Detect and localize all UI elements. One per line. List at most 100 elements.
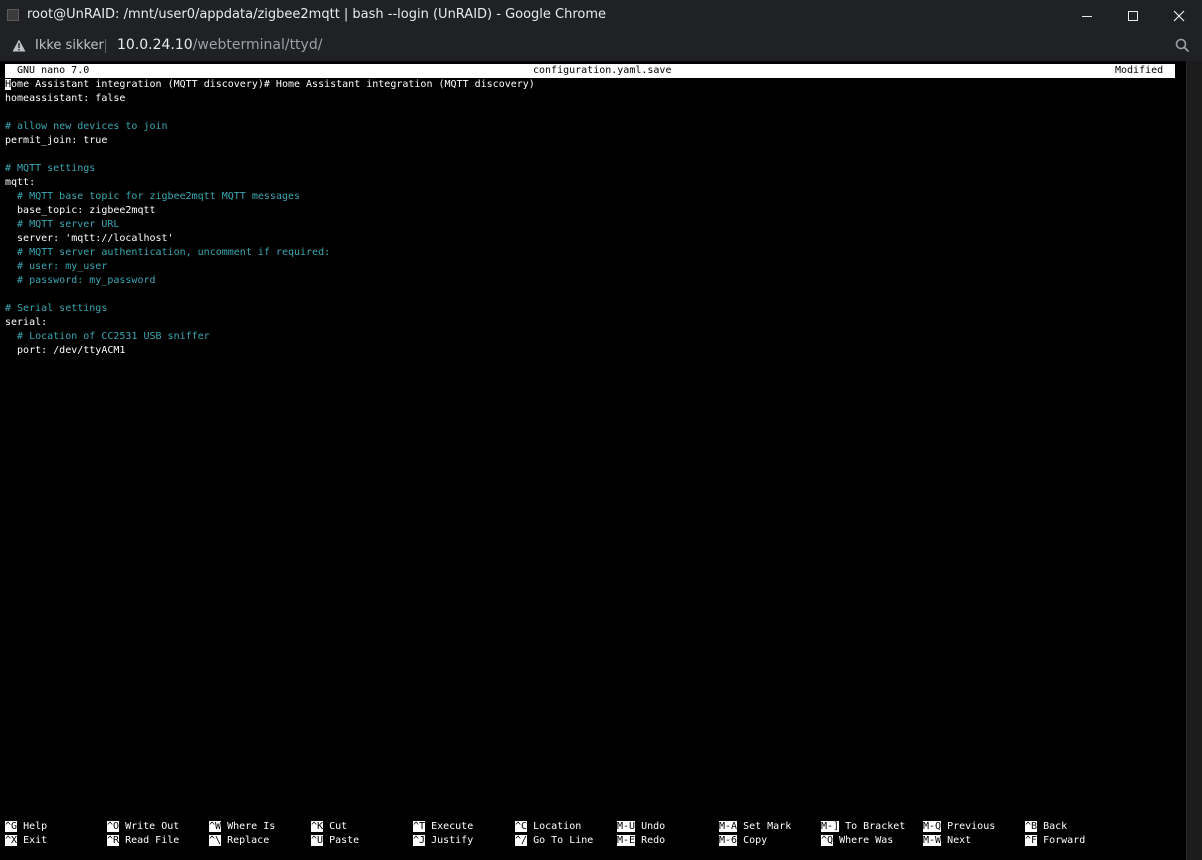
shortcut-key: ^\	[209, 835, 222, 846]
shortcut-label: Cut	[323, 821, 348, 832]
nano-modified-status: Modified	[1115, 65, 1164, 76]
shortcut-key: ^Q	[821, 835, 834, 846]
shortcut-item[interactable]: ^G Help	[5, 820, 47, 834]
shortcut-item[interactable]: M-A Set Mark	[719, 820, 791, 834]
shortcut-item[interactable]: M-] To Bracket	[821, 820, 905, 834]
shortcut-item[interactable]: ^W Where Is	[209, 820, 275, 834]
editor-comment-line: # MQTT server authentication, uncomment …	[5, 246, 330, 260]
security-status-label[interactable]: Ikke sikker	[35, 38, 104, 53]
editor-comment-line: # allow new devices to join	[5, 120, 168, 134]
shortcut-item[interactable]: M-U Undo	[617, 820, 665, 834]
nano-version: GNU nano 7.0	[17, 65, 90, 76]
shortcut-label: Paste	[323, 835, 360, 846]
divider	[105, 39, 106, 53]
editor-line-text: # MQTT settings	[5, 163, 96, 174]
shortcut-key: ^K	[311, 821, 324, 832]
shortcut-label: Undo	[635, 821, 666, 832]
editor-line-text: homeassistant: false	[5, 93, 126, 104]
maximize-icon	[1128, 10, 1138, 21]
shortcut-key: ^/	[515, 835, 528, 846]
shortcut-label: Write Out	[119, 821, 180, 832]
editor-line-text: # Serial settings	[5, 303, 108, 314]
shortcut-item[interactable]: M-E Redo	[617, 834, 665, 848]
shortcut-label: Replace	[221, 835, 270, 846]
shortcut-label: Justify	[425, 835, 474, 846]
shortcut-label: Where Was	[833, 835, 894, 846]
editor-line-text: # Location of CC2531 USB sniffer	[5, 331, 210, 342]
editor-line: permit_join: true	[5, 134, 107, 148]
editor-comment-line: # MQTT settings	[5, 162, 95, 176]
address-bar[interactable]: Ikke sikker 10.0.24.10/webterminal/ttyd/	[0, 31, 1202, 61]
editor-line-text: # password: my_password	[5, 275, 156, 286]
editor-line-text: # MQTT server authentication, uncomment …	[5, 247, 331, 258]
editor-line: mqtt:	[5, 176, 35, 190]
shortcut-item[interactable]: ^B Back	[1025, 820, 1067, 834]
shortcut-key: M-Q	[923, 821, 942, 832]
shortcut-key: M-U	[617, 821, 636, 832]
shortcut-label: Where Is	[221, 821, 276, 832]
shortcut-key: ^W	[209, 821, 222, 832]
shortcut-label: Back	[1037, 821, 1068, 832]
shortcut-item[interactable]: ^K Cut	[311, 820, 347, 834]
url-host: 10.0.24.10	[117, 37, 193, 53]
shortcut-key: M-]	[821, 821, 840, 832]
editor-comment-line: # MQTT base topic for zigbee2mqtt MQTT m…	[5, 190, 300, 204]
terminal-scrollbar[interactable]	[1186, 61, 1202, 860]
close-button[interactable]	[1156, 0, 1202, 31]
shortcut-key: ^O	[107, 821, 120, 832]
close-icon	[1173, 10, 1185, 21]
minimize-button[interactable]	[1064, 0, 1110, 31]
shortcut-item[interactable]: ^J Justify	[413, 834, 473, 848]
shortcut-key: ^B	[1025, 821, 1038, 832]
editor-comment-line: # password: my_password	[5, 274, 156, 288]
shortcut-key: M-A	[719, 821, 738, 832]
editor-comment-line: # user: my_user	[5, 260, 107, 274]
nano-title-bar: GNU nano 7.0 configuration.yaml.save Mod…	[5, 64, 1175, 78]
shortcut-label: To Bracket	[839, 821, 906, 832]
shortcut-label: Previous	[941, 821, 996, 832]
shortcut-key: ^G	[5, 821, 18, 832]
shortcut-item[interactable]: ^T Execute	[413, 820, 473, 834]
editor-comment-line: # MQTT server URL	[5, 218, 119, 232]
shortcut-item[interactable]: ^R Read File	[107, 834, 179, 848]
shortcut-item[interactable]: ^Q Where Was	[821, 834, 893, 848]
shortcut-item[interactable]: M-Q Previous	[923, 820, 995, 834]
window-title: root@UnRAID: /mnt/user0/appdata/zigbee2m…	[27, 7, 607, 22]
editor-line: port: /dev/ttyACM1	[5, 344, 125, 358]
editor-line: server: 'mqtt://localhost'	[5, 232, 174, 246]
shortcut-key: ^U	[311, 835, 324, 846]
shortcut-item[interactable]: ^F Forward	[1025, 834, 1085, 848]
shortcut-key: ^R	[107, 835, 120, 846]
editor-comment-line: # Serial settings	[5, 302, 107, 316]
editor-line-text: # MQTT server URL	[5, 219, 120, 230]
shortcut-item[interactable]: ^U Paste	[311, 834, 359, 848]
shortcut-item[interactable]: M-W Next	[923, 834, 971, 848]
shortcut-item[interactable]: ^O Write Out	[107, 820, 179, 834]
warning-triangle-icon[interactable]	[12, 39, 26, 52]
editor-line-text: server: 'mqtt://localhost'	[5, 233, 174, 244]
terminal-area[interactable]: GNU nano 7.0 configuration.yaml.save Mod…	[0, 61, 1186, 860]
url-text[interactable]: 10.0.24.10/webterminal/ttyd/	[117, 37, 322, 53]
shortcut-item[interactable]: ^/ Go To Line	[515, 834, 593, 848]
shortcut-label: Help	[17, 821, 48, 832]
magnifier-icon[interactable]	[1175, 38, 1190, 53]
shortcut-label: Go To Line	[527, 835, 594, 846]
shortcut-item[interactable]: ^X Exit	[5, 834, 47, 848]
shortcut-item[interactable]: M-6 Copy	[719, 834, 767, 848]
shortcut-label: Read File	[119, 835, 180, 846]
editor-comment-line: # Location of CC2531 USB sniffer	[5, 330, 210, 344]
maximize-button[interactable]	[1110, 0, 1156, 31]
shortcut-label: Redo	[635, 835, 666, 846]
editor-line-text: # user: my_user	[5, 261, 108, 272]
shortcut-item[interactable]: ^\ Replace	[209, 834, 269, 848]
editor-line-text: serial:	[5, 317, 48, 328]
editor-line-text: # MQTT base topic for zigbee2mqtt MQTT m…	[5, 191, 301, 202]
shortcut-item[interactable]: ^C Location	[515, 820, 581, 834]
shortcut-label: Set Mark	[737, 821, 792, 832]
shortcut-key: M-W	[923, 835, 942, 846]
shortcut-label: Execute	[425, 821, 474, 832]
shortcut-label: Location	[527, 821, 582, 832]
shortcut-key: M-E	[617, 835, 636, 846]
shortcut-key: M-6	[719, 835, 738, 846]
editor-line: Home Assistant integration (MQTT discove…	[5, 78, 535, 92]
